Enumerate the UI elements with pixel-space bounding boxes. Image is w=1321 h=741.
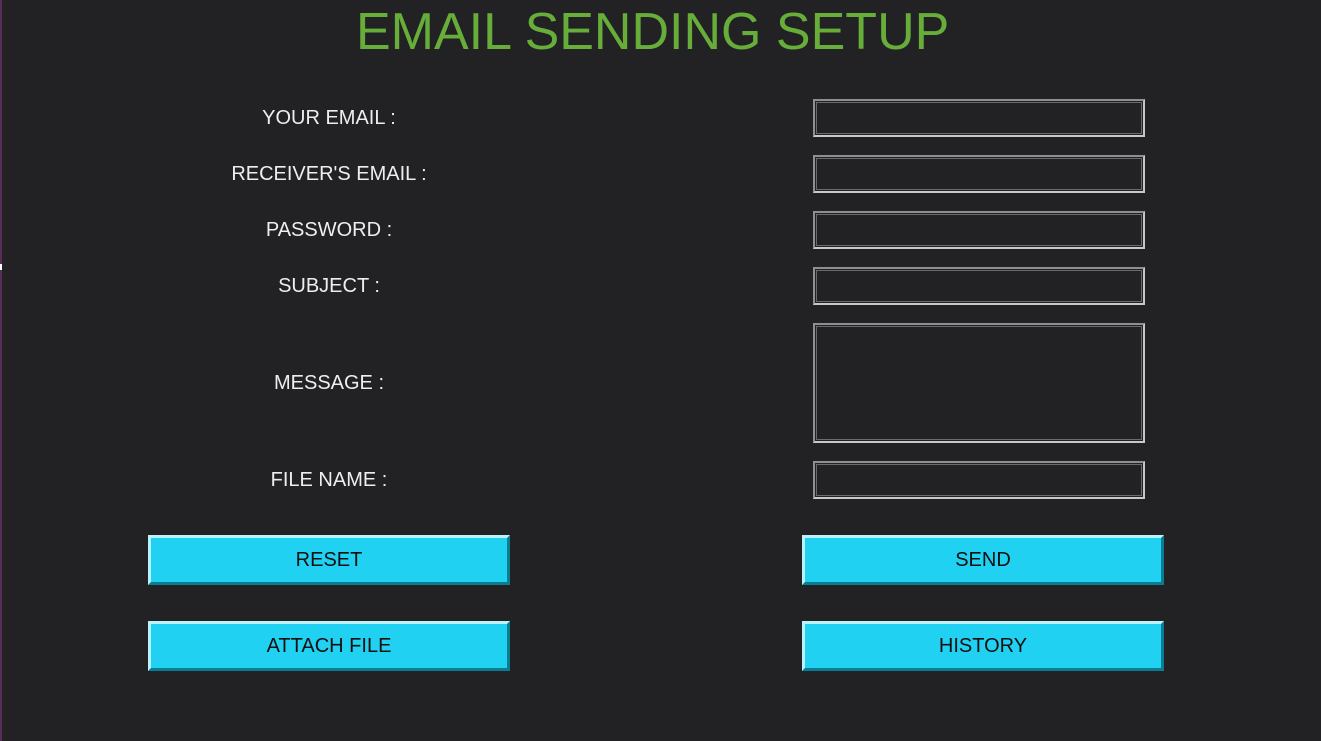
window-left-border — [0, 0, 2, 741]
password-input[interactable] — [813, 211, 1145, 249]
file-name-label: FILE NAME : — [270, 469, 388, 491]
send-button[interactable]: SEND — [802, 535, 1164, 585]
receiver-email-label: RECEIVER'S EMAIL : — [231, 163, 427, 185]
reset-button[interactable]: RESET — [148, 535, 510, 585]
page-title: EMAIL SENDING SETUP — [356, 3, 950, 61]
subject-input[interactable] — [813, 267, 1145, 305]
your-email-label: YOUR EMAIL : — [262, 107, 396, 129]
receiver-email-input[interactable] — [813, 155, 1145, 193]
your-email-input[interactable] — [813, 99, 1145, 137]
message-textarea[interactable] — [813, 323, 1145, 443]
attach-file-button[interactable]: ATTACH FILE — [148, 621, 510, 671]
password-label: PASSWORD : — [265, 219, 393, 241]
history-button[interactable]: HISTORY — [802, 621, 1164, 671]
file-name-input[interactable] — [813, 461, 1145, 499]
message-label: MESSAGE : — [273, 372, 385, 394]
window-border-marker — [0, 264, 2, 270]
subject-label: SUBJECT : — [278, 275, 380, 297]
